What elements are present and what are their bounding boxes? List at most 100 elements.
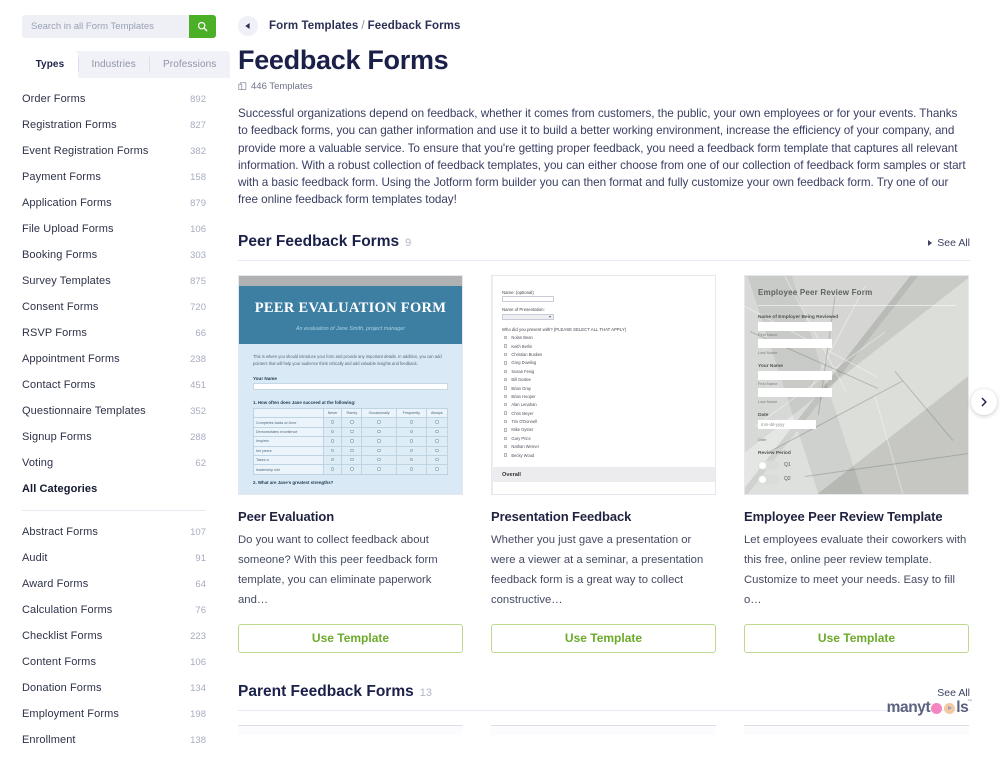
- sidebar-item-order-forms[interactable]: Order Forms 892: [0, 86, 230, 112]
- sidebar-item-consent-forms[interactable]: Consent Forms 720: [0, 294, 230, 320]
- sidebar-item-abstract-forms[interactable]: Abstract Forms 107: [0, 519, 230, 545]
- category-count: 106: [190, 656, 206, 668]
- sidebar-item-application-forms[interactable]: Application Forms 879: [0, 190, 230, 216]
- card-title: Employee Peer Review Template: [744, 508, 943, 524]
- back-button[interactable]: [238, 16, 258, 36]
- category-count: 64: [195, 578, 206, 590]
- use-template-button[interactable]: Use Template: [491, 623, 716, 653]
- matrix-cell: [425, 417, 449, 428]
- checkbox-icon: [504, 428, 508, 432]
- category-count: 62: [195, 457, 206, 469]
- sidebar-item-enrollment[interactable]: Enrollment 138: [0, 727, 230, 753]
- sidebar-item-donation-forms[interactable]: Donation Forms 134: [0, 675, 230, 701]
- thumb-text-input: [758, 388, 832, 398]
- thumb-option: Brian Hooper: [502, 394, 707, 399]
- section-divider: [238, 709, 970, 711]
- checkbox-icon: [504, 394, 508, 399]
- sidebar-item-voting[interactable]: Voting 62: [0, 450, 230, 476]
- table-row-label: Takes a: [253, 454, 324, 466]
- template-card[interactable]: [744, 724, 969, 735]
- template-card[interactable]: Name: (optional) Name of Presentation: W…: [491, 274, 716, 653]
- all-categories-label: All Categories: [22, 483, 98, 495]
- sidebar-item-award-forms[interactable]: Award Forms 64: [0, 571, 230, 597]
- sidebar-item-employment-forms[interactable]: Employment Forms 198: [0, 701, 230, 727]
- category-count: 288: [190, 431, 206, 443]
- thumb-option: Christian Busken: [502, 352, 707, 357]
- sidebar-item-payment-forms[interactable]: Payment Forms 158: [0, 164, 230, 190]
- category-count: 451: [190, 379, 206, 391]
- sidebar-item-booking-forms[interactable]: Booking Forms 303: [0, 242, 230, 268]
- sidebar-item-event-registration-forms[interactable]: Event Registration Forms 382: [0, 138, 230, 164]
- carousel-next-button[interactable]: [971, 389, 997, 415]
- template-thumbnail-presentation-feedback[interactable]: Name: (optional) Name of Presentation: W…: [491, 274, 716, 495]
- category-count: 91: [195, 552, 206, 564]
- category-count: 138: [190, 734, 206, 746]
- radio-icon: [350, 439, 354, 443]
- category-label: Content Forms: [22, 656, 97, 668]
- table-col-header: Rarely: [341, 408, 363, 419]
- use-template-button[interactable]: Use Template: [744, 623, 969, 653]
- radio-icon: [435, 420, 439, 424]
- radio-icon: [330, 448, 335, 452]
- radio-icon: [377, 457, 381, 462]
- search-button[interactable]: [189, 15, 216, 38]
- tab-types[interactable]: Types: [22, 51, 78, 78]
- see-all-link-parent-feedback[interactable]: See All: [937, 687, 970, 699]
- breadcrumb-current[interactable]: Feedback Forms: [368, 20, 461, 32]
- manytools-watermark: manyt ls ™: [887, 699, 973, 717]
- template-thumbnail-employee-peer-review[interactable]: Employee Peer Review Form Name of Employ…: [744, 274, 969, 495]
- sidebar-item-audit[interactable]: Audit 91: [0, 545, 230, 571]
- radio-icon: [330, 439, 335, 443]
- radio-icon: [409, 439, 413, 443]
- sidebar-item-file-upload-forms[interactable]: File Upload Forms 106: [0, 216, 230, 242]
- template-card[interactable]: [238, 724, 463, 735]
- thumb-option: Nolan Bean: [502, 335, 707, 340]
- sidebar-item-appointment-forms[interactable]: Appointment Forms 238: [0, 346, 230, 372]
- thumb-field-label: Name: (optional): [502, 289, 534, 295]
- card-title: Peer Evaluation: [238, 508, 335, 524]
- table-corner: [253, 408, 324, 419]
- copy-icon: [238, 82, 247, 90]
- template-browser-page: Types Industries Professions Order Forms…: [0, 0, 1000, 757]
- thumb-option: Chris Meyer: [502, 411, 707, 416]
- sidebar-item-rsvp-forms[interactable]: RSVP Forms 66: [0, 320, 230, 346]
- matrix-cell: [322, 445, 343, 456]
- sidebar-item-signup-forms[interactable]: Signup Forms 288: [0, 424, 230, 450]
- search-input[interactable]: [22, 15, 189, 38]
- matrix-cell: [395, 426, 427, 438]
- table-col-header: Always: [425, 408, 449, 419]
- matrix-cell: [395, 445, 427, 456]
- thumb-heading: PEER EVALUATION FORM: [254, 299, 447, 316]
- sidebar-item-calculation-forms[interactable]: Calculation Forms 76: [0, 597, 230, 623]
- sidebar-item-registration-forms[interactable]: Registration Forms 827: [0, 112, 230, 138]
- radio-icon: [435, 448, 439, 452]
- section-header-parent-feedback: Parent Feedback Forms 13 See All: [238, 683, 970, 701]
- thumb-field-sublabel: Last Name: [758, 398, 778, 404]
- template-card[interactable]: PEER EVALUATION FORM An evaluation of Ja…: [238, 274, 463, 653]
- sidebar-item-all-categories[interactable]: All Categories: [0, 476, 230, 502]
- thumb-option: Nathan Werner: [502, 444, 707, 449]
- card-description: Whether you just gave a presentation or …: [491, 533, 704, 606]
- table-row: Takes a: [253, 454, 449, 466]
- sidebar-item-content-forms[interactable]: Content Forms 106: [0, 649, 230, 675]
- tab-industries[interactable]: Industries: [77, 51, 150, 78]
- use-template-button[interactable]: Use Template: [238, 623, 463, 653]
- sidebar-item-survey-templates[interactable]: Survey Templates 875: [0, 268, 230, 294]
- see-all-link-peer-feedback[interactable]: See All: [928, 237, 970, 249]
- tab-professions[interactable]: Professions: [149, 51, 230, 78]
- template-card[interactable]: [491, 724, 716, 735]
- sidebar-item-questionnaire-templates[interactable]: Questionnaire Templates 352: [0, 398, 230, 424]
- checkbox-icon: [504, 403, 508, 407]
- see-all-label: See All: [937, 236, 970, 249]
- sidebar-item-contact-forms[interactable]: Contact Forms 451: [0, 372, 230, 398]
- breadcrumb-root[interactable]: Form Templates: [269, 20, 358, 32]
- radio-icon: [377, 467, 381, 471]
- template-card[interactable]: Employee Peer Review Form Name of Employ…: [744, 274, 969, 653]
- category-label: File Upload Forms: [22, 223, 114, 235]
- template-thumbnail-peer-evaluation[interactable]: PEER EVALUATION FORM An evaluation of Ja…: [238, 274, 463, 495]
- category-label: Payment Forms: [22, 171, 101, 183]
- sidebar-item-checklist-forms[interactable]: Checklist Forms 223: [0, 623, 230, 649]
- category-count: 107: [190, 526, 206, 538]
- option-label: Nathan Werner: [511, 444, 540, 450]
- search-icon: [197, 21, 208, 32]
